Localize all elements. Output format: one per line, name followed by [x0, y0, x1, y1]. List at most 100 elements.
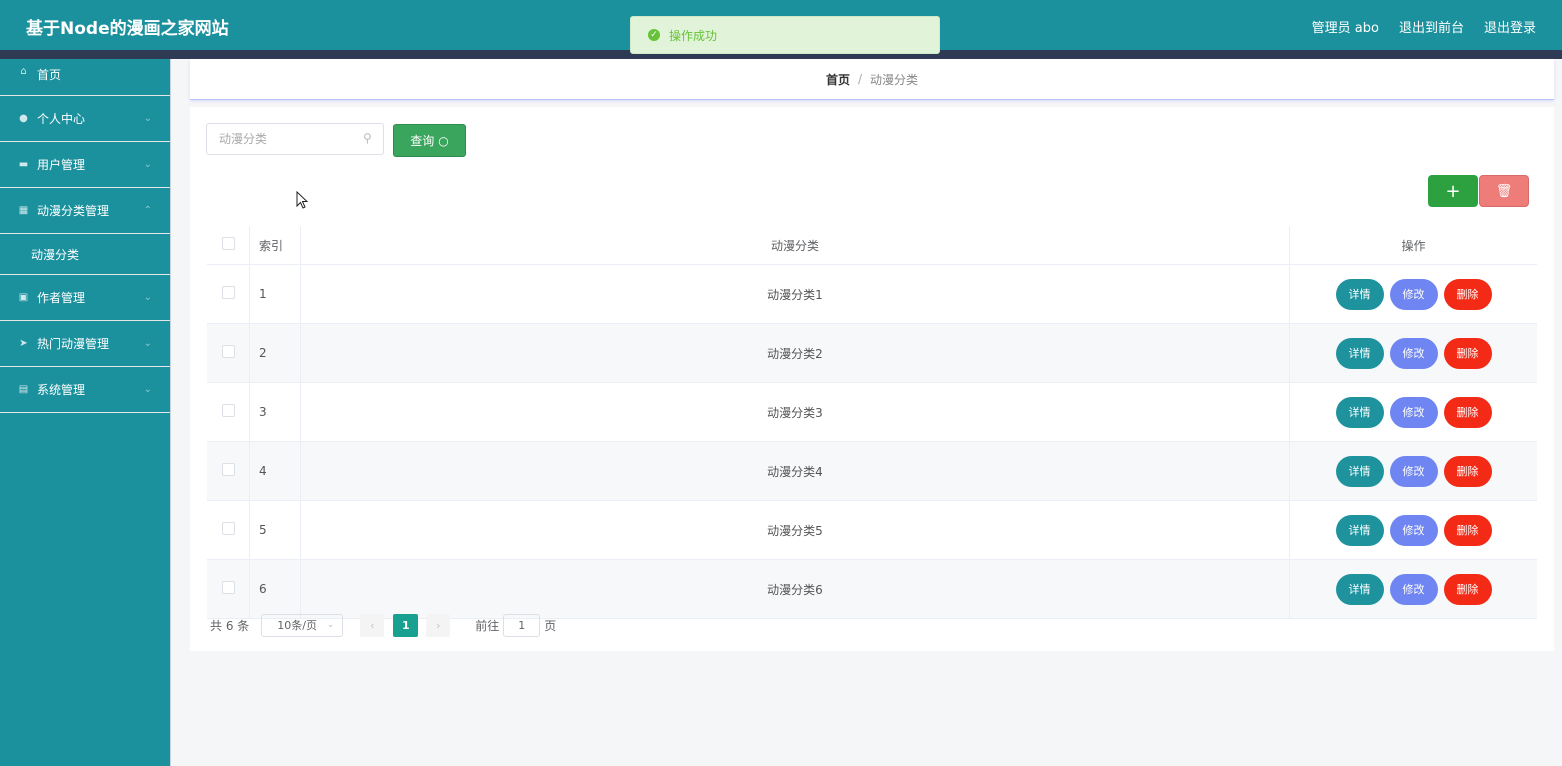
add-button[interactable]: + [1428, 175, 1478, 207]
logout-link[interactable]: 退出登录 [1484, 17, 1536, 36]
search-input[interactable] [206, 123, 384, 155]
row-index: 3 [249, 382, 301, 442]
row-name: 动漫分类3 [300, 382, 1290, 442]
chevron-down-icon: ⌄ [143, 112, 152, 124]
edit-button[interactable]: 修改 [1389, 455, 1438, 487]
chevron-down-icon: ⌄ [326, 620, 335, 630]
edit-button[interactable]: 修改 [1389, 278, 1438, 310]
row-select-cell [207, 264, 250, 324]
sidebar-item-user-management[interactable]: ▬ 用户管理 ⌄ [0, 142, 170, 188]
sidebar-item-system[interactable]: ▤ 系统管理 ⌄ [0, 367, 170, 413]
success-toast: ✓ 操作成功 [630, 16, 940, 54]
select-all-checkbox[interactable] [221, 237, 235, 250]
site-title: 基于Node的漫画之家网站 [26, 19, 229, 39]
table-row: 5 动漫分类5 详情 修改 删除 [207, 500, 1537, 560]
users-icon: ▬ [18, 159, 29, 170]
home-icon: ⌂ [20, 66, 27, 77]
prev-page-button[interactable]: ‹ [360, 613, 385, 637]
total-count: 共 6 条 [210, 618, 250, 633]
sidebar-subitem-label: 动漫分类 [31, 247, 80, 262]
detail-button[interactable]: 详情 [1335, 514, 1384, 546]
row-actions: 详情 修改 删除 [1289, 559, 1537, 619]
table-row: 6 动漫分类6 详情 修改 删除 [207, 559, 1537, 619]
sidebar-item-label: 首页 [37, 68, 62, 82]
page-size-value: 10条/页 [277, 619, 317, 632]
sidebar-item-author-management[interactable]: ▣ 作者管理 ⌄ [0, 275, 170, 321]
detail-button[interactable]: 详情 [1335, 396, 1384, 428]
delete-button[interactable]: 删除 [1443, 455, 1492, 487]
row-name: 动漫分类4 [300, 441, 1290, 501]
breadcrumb-home[interactable]: 首页 [826, 71, 850, 88]
page-number-current[interactable]: 1 [393, 613, 419, 637]
breadcrumb-separator: / [857, 72, 863, 86]
edit-button[interactable]: 修改 [1389, 337, 1438, 369]
page-size-select[interactable]: 10条/页 ⌄ [261, 613, 344, 637]
row-checkbox[interactable] [221, 286, 235, 299]
detail-button[interactable]: 详情 [1335, 573, 1384, 605]
row-checkbox[interactable] [221, 581, 235, 594]
query-button[interactable]: 查询 ○ [393, 124, 466, 157]
send-icon: ➤ [19, 338, 28, 349]
delete-button[interactable]: 删除 [1443, 514, 1492, 546]
row-index: 2 [249, 323, 301, 383]
edit-button[interactable]: 修改 [1389, 573, 1438, 605]
check-circle-icon: ✓ [648, 29, 660, 41]
chevron-down-icon: ⌄ [143, 383, 152, 395]
detail-button[interactable]: 详情 [1335, 337, 1384, 369]
pagination: 共 6 条 10条/页 ⌄ ‹ 1 › 前往 1 页 [210, 613, 556, 637]
row-checkbox[interactable] [221, 463, 235, 476]
row-name: 动漫分类5 [300, 500, 1290, 560]
sidebar-item-hot-anime[interactable]: ➤ 热门动漫管理 ⌄ [0, 321, 170, 367]
author-icon: ▣ [18, 292, 29, 303]
row-actions: 详情 修改 删除 [1289, 323, 1537, 383]
row-name: 动漫分类2 [300, 323, 1290, 383]
row-actions: 详情 修改 删除 [1289, 264, 1537, 324]
toast-message: 操作成功 [669, 28, 718, 43]
detail-button[interactable]: 详情 [1335, 455, 1384, 487]
sidebar-item-label: 用户管理 [37, 158, 86, 172]
row-select-cell [207, 500, 250, 560]
header-index: 索引 [249, 226, 301, 265]
grid-icon: ▦ [18, 205, 29, 216]
sidebar-subitem-category[interactable]: 动漫分类 [0, 234, 170, 275]
row-actions: 详情 修改 删除 [1289, 382, 1537, 442]
goto-page-input[interactable]: 1 [503, 613, 541, 637]
batch-delete-button[interactable]: 🗑 [1479, 175, 1529, 207]
breadcrumb-current: 动漫分类 [870, 72, 919, 87]
edit-button[interactable]: 修改 [1389, 396, 1438, 428]
row-actions: 详情 修改 删除 [1289, 500, 1537, 560]
sidebar-item-label: 热门动漫管理 [37, 337, 110, 351]
row-index: 1 [249, 264, 301, 324]
next-page-button[interactable]: › [426, 613, 451, 637]
row-select-cell [207, 323, 250, 383]
chevron-up-icon: ⌃ [143, 204, 152, 216]
row-index: 6 [249, 559, 301, 619]
chevron-left-icon: ‹ [370, 618, 375, 632]
admin-user-label[interactable]: 管理员 abo [1312, 17, 1379, 36]
chevron-down-icon: ⌄ [143, 291, 152, 303]
clipboard-icon: ▤ [18, 384, 29, 395]
row-name: 动漫分类1 [300, 264, 1290, 324]
row-select-cell [207, 441, 250, 501]
chevron-right-icon: › [436, 618, 441, 632]
chevron-down-icon: ⌄ [143, 158, 152, 170]
search-icon: ○ [438, 133, 449, 148]
row-name: 动漫分类6 [300, 559, 1290, 619]
delete-button[interactable]: 删除 [1443, 278, 1492, 310]
sidebar-item-category-management[interactable]: ▦ 动漫分类管理 ⌃ [0, 188, 170, 234]
delete-button[interactable]: 删除 [1443, 396, 1492, 428]
delete-button[interactable]: 删除 [1443, 573, 1492, 605]
back-to-frontend-link[interactable]: 退出到前台 [1399, 17, 1464, 36]
sidebar-item-label: 系统管理 [37, 383, 86, 397]
delete-button[interactable]: 删除 [1443, 337, 1492, 369]
row-checkbox[interactable] [221, 345, 235, 358]
table-row: 3 动漫分类3 详情 修改 删除 [207, 382, 1537, 442]
edit-button[interactable]: 修改 [1389, 514, 1438, 546]
sidebar-item-home[interactable]: ⌂ 首页 [0, 59, 170, 96]
trash-icon: 🗑 [1495, 183, 1513, 199]
sidebar-item-label: 个人中心 [37, 112, 86, 126]
row-checkbox[interactable] [221, 404, 235, 417]
detail-button[interactable]: 详情 [1335, 278, 1384, 310]
sidebar-item-personal-center[interactable]: ● 个人中心 ⌄ [0, 96, 170, 142]
row-checkbox[interactable] [221, 522, 235, 535]
